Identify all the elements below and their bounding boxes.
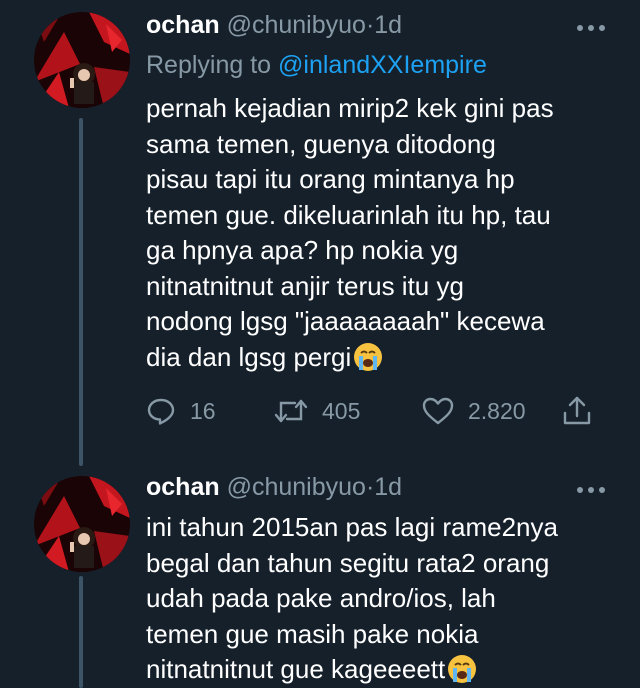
share-button[interactable] — [562, 393, 592, 429]
timestamp[interactable]: 1d — [374, 11, 402, 39]
conversation-thread: ochan @chunibyuo·1d Replying to @inlandX… — [0, 0, 640, 688]
avatar[interactable] — [34, 476, 130, 572]
retweet-icon — [274, 399, 308, 423]
share-icon — [563, 396, 591, 425]
like-button[interactable]: 2.820 — [422, 393, 526, 429]
tweet[interactable]: ochan @chunibyuo·1d ini tahun 2015an pas… — [0, 466, 640, 688]
tweet-text: pernah kejadian mirip2 kek gini pas sama… — [146, 91, 616, 375]
like-count: 2.820 — [468, 397, 526, 424]
thread-line — [79, 576, 83, 688]
loudly-crying-face-icon — [447, 654, 477, 684]
reply-icon — [147, 398, 175, 425]
tweet-actions: 16 405 2.820 — [146, 393, 606, 429]
avatar[interactable] — [34, 12, 130, 108]
loudly-crying-face-icon — [353, 342, 383, 372]
timestamp[interactable]: 1d — [374, 473, 402, 501]
tweet-header: ochan @chunibyuo·1d — [146, 472, 610, 502]
replying-to: Replying to @inlandXXIempire — [146, 50, 487, 80]
replying-prefix: Replying to — [146, 51, 279, 79]
tweet-text-content: ini tahun 2015an pas lagi rame2nya begal… — [146, 512, 558, 684]
tweet-text-content: pernah kejadian mirip2 kek gini pas sama… — [146, 93, 554, 372]
tweet[interactable]: ochan @chunibyuo·1d Replying to @inlandX… — [0, 0, 640, 466]
tweet-header: ochan @chunibyuo·1d — [146, 10, 610, 40]
retweet-button[interactable]: 405 — [274, 393, 360, 429]
display-name[interactable]: ochan — [146, 473, 220, 501]
handle[interactable]: @chunibyuo — [227, 11, 366, 39]
avatar-image — [34, 476, 130, 572]
replying-mention-link[interactable]: @inlandXXIempire — [278, 51, 487, 79]
more-icon[interactable] — [576, 482, 606, 493]
retweet-count: 405 — [322, 397, 361, 424]
more-icon[interactable] — [576, 20, 606, 31]
handle[interactable]: @chunibyuo — [227, 473, 366, 501]
heart-icon — [422, 397, 454, 425]
thread-line — [79, 118, 83, 466]
reply-button[interactable]: 16 — [146, 393, 216, 429]
reply-count: 16 — [190, 397, 216, 424]
avatar-image — [34, 12, 130, 108]
tweet-text: ini tahun 2015an pas lagi rame2nya begal… — [146, 510, 616, 688]
display-name[interactable]: ochan — [146, 11, 220, 39]
